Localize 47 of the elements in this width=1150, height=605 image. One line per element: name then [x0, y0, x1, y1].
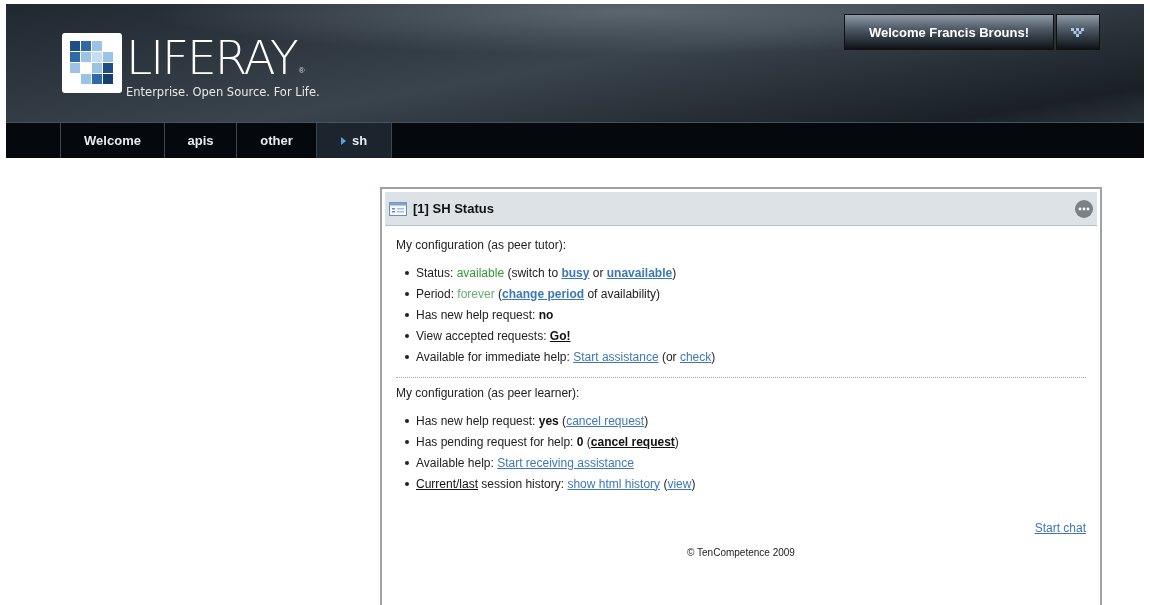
link[interactable]: Go!	[549, 328, 571, 343]
status-line: Available help: Start receiving assistance	[416, 455, 634, 470]
status-line: Available for immediate help: Start assistance (or check)	[416, 349, 716, 364]
bullet-icon	[405, 439, 409, 444]
link[interactable]: cancel request	[590, 434, 675, 449]
bullet-icon	[405, 460, 409, 465]
section-heading: My configuration (as peer tutor):	[396, 238, 568, 252]
bullet-icon	[405, 270, 409, 275]
bullet-icon	[405, 418, 409, 423]
window-icon	[389, 201, 407, 216]
link[interactable]: show html history	[567, 476, 661, 491]
nav-tab[interactable]: sh	[316, 123, 392, 158]
start-chat-link[interactable]: Start chat	[1034, 521, 1086, 535]
bullet-icon	[405, 312, 409, 317]
status-line: Period: forever (change period of availability)	[416, 286, 661, 301]
link[interactable]: cancel request	[566, 413, 645, 428]
link[interactable]: Start receiving assistance	[497, 455, 634, 470]
link[interactable]: unavailable	[606, 265, 673, 280]
status-line: Current/last session history: show html history (view)	[416, 476, 696, 491]
link[interactable]: change period	[502, 286, 585, 301]
dock-menu-button[interactable]	[1056, 14, 1100, 50]
link[interactable]: view	[667, 476, 692, 491]
link[interactable]: Start assistance	[573, 349, 659, 364]
logo-tagline: Enterprise. Open Source. For Life.	[126, 85, 320, 99]
dots-icon	[1071, 27, 1085, 37]
status-line: Status: available (switch to busy or unavailable)	[416, 265, 677, 280]
user-greeting-button[interactable]: Welcome Francis Brouns!	[844, 14, 1054, 50]
registered-mark: ®	[298, 66, 305, 75]
logo-icon	[62, 33, 122, 93]
bullet-icon	[405, 291, 409, 296]
logo-wordmark: LIFERAY	[126, 33, 297, 83]
link[interactable]: busy	[561, 265, 590, 280]
link[interactable]: Current/last	[416, 476, 479, 491]
nav-tab[interactable]: Welcome	[60, 123, 164, 158]
bullet-icon	[405, 481, 409, 486]
status-line: Has new help request: yes (cancel request)	[416, 413, 649, 428]
nav-tab[interactable]: apis	[164, 123, 236, 158]
bullet-icon	[405, 333, 409, 338]
copyright-text: © TenCompetence 2009	[687, 547, 795, 558]
status-line: Has new help request: no	[416, 307, 554, 322]
status-line: View accepted requests: Go!	[416, 328, 571, 343]
bullet-icon	[405, 354, 409, 359]
status-line: Has pending request for help: 0 (cancel request)	[416, 434, 679, 449]
caret-icon	[340, 136, 346, 145]
section-heading: My configuration (as peer learner):	[396, 386, 581, 400]
portlet-title: [1] SH Status	[413, 201, 495, 216]
options-icon[interactable]	[1075, 199, 1093, 218]
